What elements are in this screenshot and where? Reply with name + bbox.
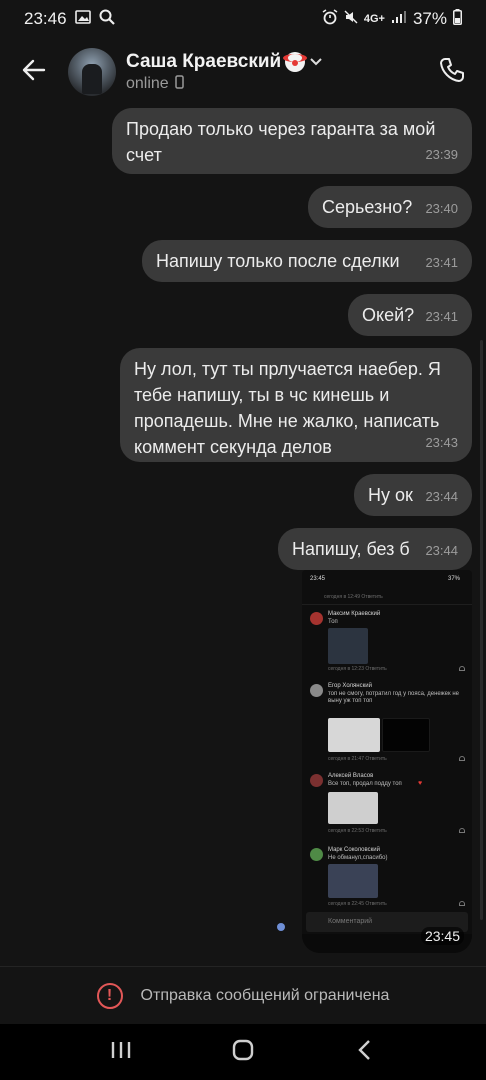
commenter-avatar xyxy=(310,684,323,697)
status-time: 23:46 xyxy=(24,9,67,28)
comment-image xyxy=(328,864,378,898)
recent-apps-button[interactable] xyxy=(91,1024,151,1080)
commenter-avatar xyxy=(310,848,323,861)
call-button[interactable] xyxy=(434,54,470,90)
message-bubble[interactable]: Ну ок 23:44 xyxy=(354,474,472,516)
phone-icon xyxy=(438,56,466,89)
battery-level: 37% xyxy=(412,9,447,28)
comment-image xyxy=(382,718,430,752)
contact-info[interactable]: Саша Краевский online xyxy=(126,51,323,94)
message-text: Напишу только после сделки xyxy=(156,251,400,271)
commenter-avatar xyxy=(310,612,323,625)
message-bubble[interactable]: Ну лол, тут ты прлучается наебер. Я тебе… xyxy=(120,348,472,462)
restricted-text: Отправка сообщений ограничена xyxy=(140,986,390,1004)
battery-icon xyxy=(453,8,462,30)
recent-apps-icon xyxy=(110,1040,132,1065)
comment-image xyxy=(328,792,378,824)
comment-image xyxy=(328,628,368,664)
message-bubble[interactable]: Окей? 23:41 xyxy=(348,294,472,336)
inner-status-battery: 37% xyxy=(448,576,461,582)
chevron-down-icon[interactable] xyxy=(309,51,323,73)
comment-image xyxy=(328,718,380,752)
heart-emoji-icon: ♥ xyxy=(418,780,423,787)
message-bubble[interactable]: Серьезно? 23:40 xyxy=(308,186,472,228)
comment-text: Все топ, продал подду топ xyxy=(328,781,402,787)
inner-input-placeholder: Комментарий xyxy=(328,918,373,925)
like-icon xyxy=(459,756,465,761)
gallery-icon xyxy=(74,9,91,29)
commenter-name: Максим Краевский xyxy=(328,611,381,617)
home-icon xyxy=(231,1038,255,1067)
commenter-name: Алексей Власов xyxy=(328,773,374,779)
mobile-device-icon xyxy=(174,74,184,94)
commenter-avatar xyxy=(310,774,323,787)
chat-header: Саша Краевский online xyxy=(0,38,486,106)
search-icon xyxy=(99,9,115,30)
comment-text: топ не смогу, потратил год у пояса, дене… xyxy=(328,691,459,704)
commenter-name: Марк Соколовский xyxy=(328,847,380,853)
message-time: 23:41 xyxy=(425,255,458,270)
network-type: 4G+ xyxy=(363,13,385,25)
status-bar: 23:46 4G+ 37% xyxy=(0,0,486,38)
message-time: 23:44 xyxy=(425,543,458,558)
signal-icon xyxy=(391,9,407,29)
comment-meta: сегодня в 21:47 Ответить xyxy=(328,756,387,762)
message-time: 23:40 xyxy=(425,201,458,216)
system-nav-bar xyxy=(0,1024,486,1080)
message-text: Продаю только через гаранта за мой счет xyxy=(126,119,436,165)
message-time: 23:43 xyxy=(425,435,458,450)
comment-text: Топ xyxy=(328,619,338,625)
comment-text: Не обманул,спасибо) xyxy=(328,855,388,861)
contact-avatar[interactable] xyxy=(68,48,116,96)
mute-icon xyxy=(344,9,358,29)
home-button[interactable] xyxy=(213,1024,273,1080)
alarm-icon xyxy=(322,8,338,30)
like-icon xyxy=(459,666,465,671)
message-time: 23:44 xyxy=(425,489,458,504)
inner-comment-meta: сегодня в 12:49 Ответить xyxy=(324,594,383,600)
message-bubble[interactable]: Напишу, без б 23:44 xyxy=(278,528,472,570)
comment-meta: сегодня в 22:45 Ответить xyxy=(328,901,387,907)
like-icon xyxy=(459,901,465,906)
contact-name: Саша Краевский xyxy=(126,50,282,72)
message-time: 23:39 xyxy=(425,147,458,162)
back-arrow-icon xyxy=(22,59,46,86)
comment-meta: сегодня в 22:53 Ответить xyxy=(328,828,387,834)
back-nav-button[interactable] xyxy=(335,1024,395,1080)
message-text: Ну лол, тут ты прлучается наебер. Я тебе… xyxy=(134,359,441,457)
image-message-time: 23:45 xyxy=(420,927,464,945)
contact-status: online xyxy=(126,75,169,92)
scrollbar[interactable] xyxy=(480,340,483,920)
chevron-left-icon xyxy=(357,1039,373,1066)
like-icon xyxy=(459,828,465,833)
back-button[interactable] xyxy=(0,38,68,106)
inner-status-time: 23:45 xyxy=(310,576,326,582)
message-bubble[interactable]: Напишу только после сделки 23:41 xyxy=(142,240,472,282)
image-message[interactable]: 23:45 37% сегодня в 12:49 Ответить Макси… xyxy=(302,570,472,953)
message-time: 23:41 xyxy=(425,309,458,324)
clown-emoji-icon xyxy=(283,51,308,72)
comment-meta: сегодня в 12:23 Ответить xyxy=(328,666,387,672)
messaging-restricted-notice: ! Отправка сообщений ограничена xyxy=(0,966,486,1024)
commenter-name: Егор Холянский xyxy=(328,683,372,689)
message-bubble[interactable]: Продаю только через гаранта за мой счет … xyxy=(112,108,472,174)
unread-indicator xyxy=(277,923,285,931)
warning-icon: ! xyxy=(96,982,123,1009)
